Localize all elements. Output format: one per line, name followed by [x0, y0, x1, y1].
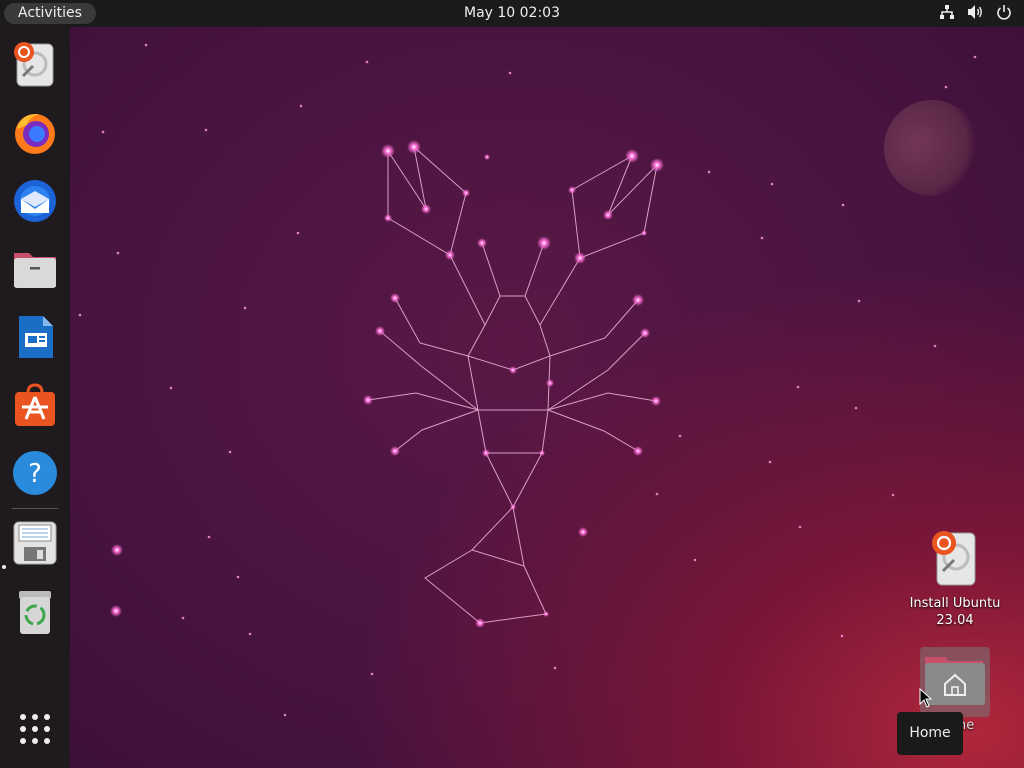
dock-separator	[12, 508, 58, 509]
installer-icon[interactable]	[11, 40, 59, 88]
activities-button[interactable]: Activities	[4, 3, 96, 24]
mouse-cursor-icon	[919, 688, 933, 708]
app-center-icon[interactable]	[11, 381, 59, 429]
wallpaper-constellation	[78, 43, 977, 717]
files-icon[interactable]	[11, 245, 59, 293]
desktop-icon-install-ubuntu[interactable]: Install Ubuntu 23.04	[900, 527, 1010, 629]
tooltip: Home	[897, 712, 963, 755]
clock-container: May 10 02:03	[0, 0, 1024, 27]
clock[interactable]: May 10 02:03	[464, 5, 560, 21]
help-icon[interactable]: ?	[11, 449, 59, 497]
disk-icon[interactable]	[11, 519, 59, 567]
firefox-icon[interactable]	[11, 109, 59, 157]
running-indicator	[2, 565, 6, 569]
top-bar: Activities May 10 02:03	[0, 0, 1024, 27]
power-icon[interactable]	[996, 4, 1012, 20]
installer-icon	[932, 531, 976, 586]
wallpaper-moon	[884, 100, 980, 196]
network-icon[interactable]	[939, 4, 955, 20]
desktop-icon-label: Install Ubuntu 23.04	[909, 596, 1001, 628]
svg-text:?: ?	[28, 459, 42, 489]
thunderbird-icon[interactable]	[11, 177, 59, 225]
volume-icon[interactable]	[967, 4, 984, 20]
app-grid-icon[interactable]	[18, 712, 52, 746]
trash-icon[interactable]	[11, 588, 59, 636]
system-tray[interactable]	[939, 4, 1012, 20]
writer-icon[interactable]	[11, 313, 59, 361]
dock: ?	[0, 27, 70, 768]
